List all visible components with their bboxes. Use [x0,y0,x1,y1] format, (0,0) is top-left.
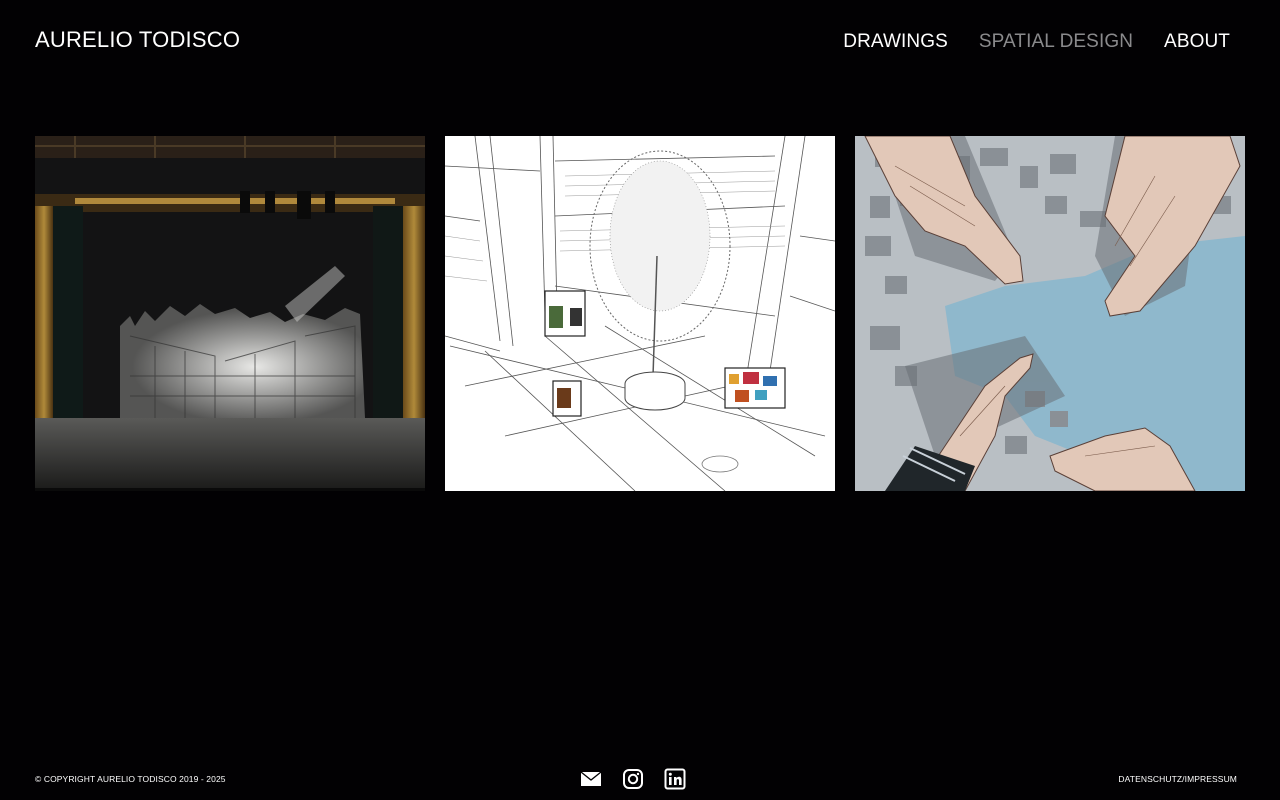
main-nav: DRAWINGS SPATIAL DESIGN ABOUT [843,31,1230,53]
atrium-drawing-image [445,136,835,491]
project-tile-hands-map[interactable] [855,136,1245,491]
stage-set-image [35,136,425,491]
social-links [580,768,686,790]
legal-link[interactable]: DATENSCHUTZ/IMPRESSUM [1118,774,1237,784]
instagram-icon[interactable] [622,768,644,790]
project-tile-atrium[interactable] [445,136,835,491]
copyright-text: © COPYRIGHT AURELIO TODISCO 2019 - 2025 [35,774,226,784]
linkedin-icon[interactable] [664,768,686,790]
project-gallery [35,136,1245,491]
nav-item-spatial-design[interactable]: SPATIAL DESIGN [979,31,1133,53]
project-tile-stage-set[interactable] [35,136,425,491]
nav-item-drawings[interactable]: DRAWINGS [843,31,948,53]
site-title[interactable]: AURELIO TODISCO [35,27,240,53]
nav-item-about[interactable]: ABOUT [1164,31,1230,53]
mail-icon[interactable] [580,768,602,790]
hands-map-image [855,136,1245,491]
